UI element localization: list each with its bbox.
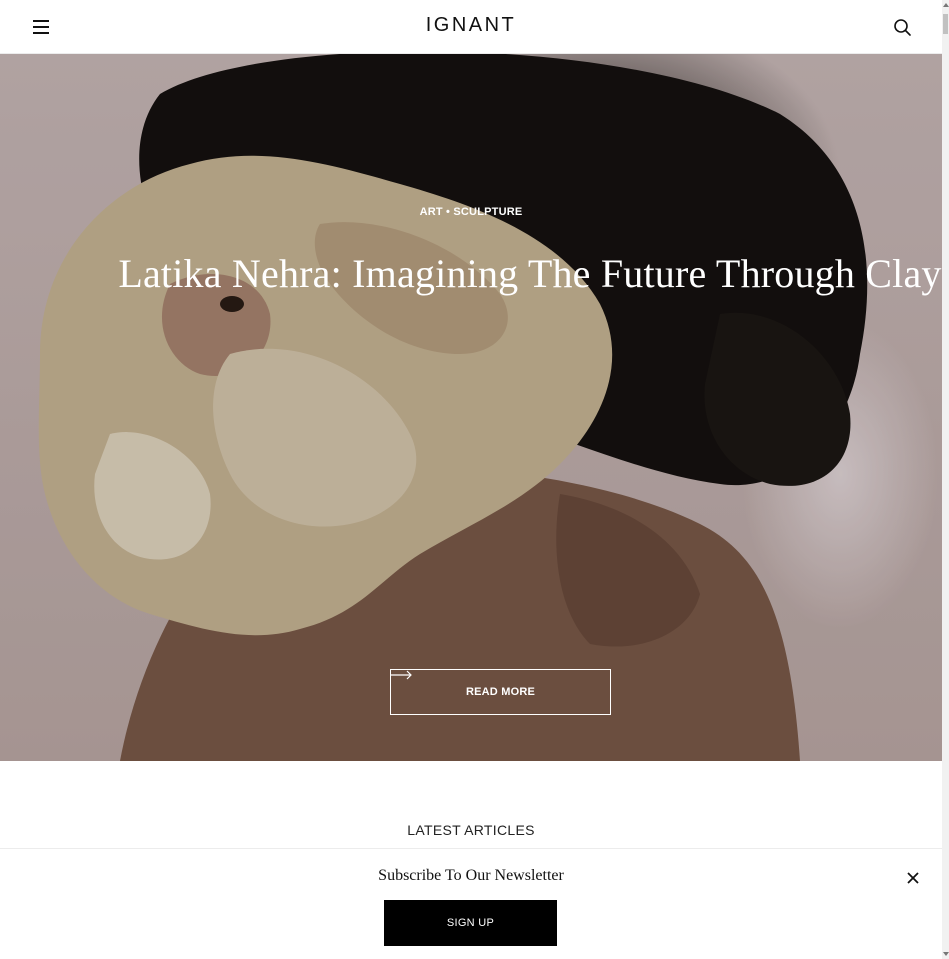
scroll-thumb[interactable] — [943, 14, 948, 34]
close-icon[interactable] — [903, 868, 923, 888]
sign-up-button[interactable]: SIGN UP — [384, 900, 557, 946]
hero-title[interactable]: Latika Nehra: Imagining The Future Throu… — [118, 250, 941, 297]
page-scrollbar[interactable] — [942, 0, 949, 959]
newsletter-banner: Subscribe To Our Newsletter SIGN UP — [0, 848, 942, 959]
article-category[interactable]: ART • SCULPTURE — [0, 206, 942, 218]
latest-articles-heading: LATEST ARTICLES — [407, 822, 535, 838]
arrow-right-icon — [391, 670, 412, 680]
newsletter-title: Subscribe To Our Newsletter — [378, 867, 564, 884]
read-more-label: READ MORE — [465, 686, 536, 698]
hero-feature[interactable]: ART • SCULPTURE Latika Nehra: Imagining … — [0, 54, 942, 761]
hero-overlay — [0, 54, 942, 761]
site-logo[interactable]: IGNANT — [0, 14, 942, 37]
read-more-button[interactable]: READ MORE — [390, 669, 611, 715]
search-icon[interactable] — [891, 16, 915, 38]
scroll-down-arrow-icon[interactable] — [943, 952, 949, 956]
site-header: IGNANT — [0, 0, 942, 54]
scroll-up-arrow-icon[interactable] — [943, 3, 949, 7]
